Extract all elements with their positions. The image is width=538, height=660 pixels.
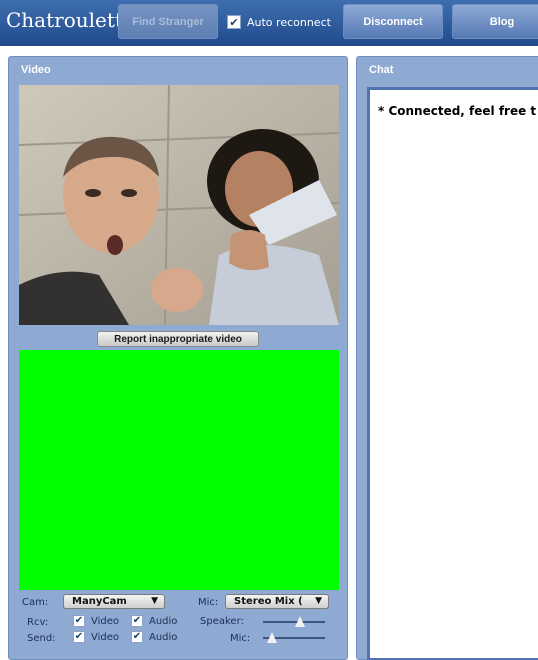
video-panel: Video Report inappropriate video Cam: Ma… (8, 56, 348, 660)
rcv-label: Rcv: (27, 617, 49, 628)
cam-label: Cam: (22, 597, 49, 608)
self-video-preview (19, 350, 339, 590)
chat-panel: Chat * Connected, feel free t (356, 56, 538, 660)
speaker-label: Speaker: (200, 616, 244, 627)
rcv-audio-option[interactable]: ✔ Audio (131, 615, 177, 627)
find-stranger-button[interactable]: Find Stranger (118, 4, 218, 39)
stranger-video-feed (19, 85, 339, 325)
mic-select[interactable]: Stereo Mix ( ▼ (225, 594, 329, 609)
auto-reconnect-label: Auto reconnect (247, 15, 331, 29)
rcv-audio-label: Audio (149, 615, 178, 627)
mic-select-value: Stereo Mix ( (234, 596, 303, 607)
mic-volume-slider[interactable] (263, 632, 325, 644)
rcv-video-option[interactable]: ✔ Video (73, 615, 119, 627)
chevron-down-icon: ▼ (315, 596, 322, 606)
rcv-video-label: Video (91, 615, 120, 627)
mic-label: Mic: (198, 597, 219, 608)
mic-slider-thumb[interactable] (267, 632, 277, 643)
speaker-slider-track (263, 621, 325, 623)
disconnect-button[interactable]: Disconnect (343, 4, 443, 39)
chat-log[interactable]: * Connected, feel free t (367, 87, 538, 660)
rcv-audio-checkbox[interactable]: ✔ (131, 615, 143, 627)
stranger-video-image (19, 85, 339, 325)
speaker-volume-slider[interactable] (263, 616, 325, 628)
send-video-option[interactable]: ✔ Video (73, 631, 119, 643)
top-bar: Chatroulette Find Stranger ✔ Auto reconn… (0, 0, 538, 46)
cam-select-value: ManyCam (72, 596, 127, 607)
chat-message: * Connected, feel free t (378, 104, 537, 118)
app-title: Chatroulette (6, 8, 135, 32)
send-audio-label: Audio (149, 631, 178, 643)
send-audio-checkbox[interactable]: ✔ (131, 631, 143, 643)
send-video-label: Video (91, 631, 120, 643)
video-panel-title: Video (21, 64, 51, 76)
chevron-down-icon: ▼ (151, 596, 158, 606)
auto-reconnect-toggle[interactable]: ✔ Auto reconnect (227, 13, 331, 31)
speaker-slider-thumb[interactable] (295, 616, 305, 627)
auto-reconnect-checkbox[interactable]: ✔ (227, 15, 241, 29)
blog-button[interactable]: Blog (452, 4, 538, 39)
chat-panel-title: Chat (369, 64, 394, 76)
send-audio-option[interactable]: ✔ Audio (131, 631, 177, 643)
send-video-checkbox[interactable]: ✔ (73, 631, 85, 643)
mic-level-label: Mic: (230, 633, 251, 644)
cam-select[interactable]: ManyCam ▼ (63, 594, 165, 609)
send-label: Send: (27, 633, 56, 644)
rcv-video-checkbox[interactable]: ✔ (73, 615, 85, 627)
report-video-button[interactable]: Report inappropriate video (97, 331, 259, 347)
